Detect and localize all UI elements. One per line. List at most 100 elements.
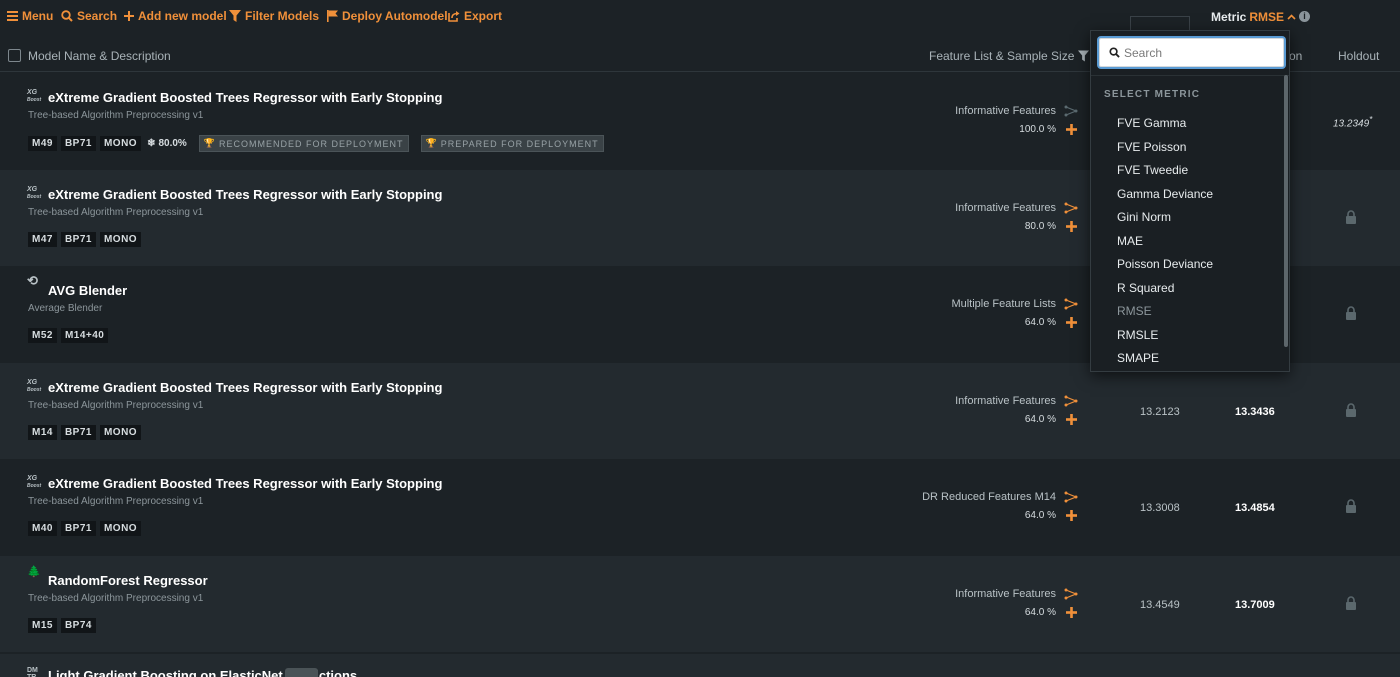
scroll-to-top-button[interactable] <box>285 668 318 677</box>
chevron-up-icon <box>1287 14 1296 20</box>
feature-list-icon[interactable] <box>1064 298 1078 310</box>
metric-option[interactable]: Poisson Deviance <box>1091 253 1283 277</box>
metric-option[interactable]: FVE Gamma <box>1091 112 1283 136</box>
metric-options: FVE Gamma FVE Poisson FVE Tweedie Gamma … <box>1091 112 1283 371</box>
model-id-badge: M47 <box>28 232 57 247</box>
info-icon[interactable]: i <box>1299 11 1310 22</box>
model-type-icon: DMTR <box>27 667 38 677</box>
metric-option[interactable]: RMSLE <box>1091 324 1283 348</box>
mono-badge: MONO <box>99 425 142 440</box>
model-id-badge: M15 <box>28 618 57 633</box>
lock-icon[interactable] <box>1345 210 1357 224</box>
random-forest-icon: 🌲 <box>27 566 41 578</box>
recommended-tag: 🏆 RECOMMENDED FOR DEPLOYMENT <box>198 135 409 152</box>
trophy-icon: 🏆 <box>425 138 438 148</box>
sample-size: 64.0 % <box>1024 414 1056 425</box>
dropdown-scrollbar[interactable] <box>1284 75 1288 347</box>
model-title[interactable]: eXtreme Gradient Boosted Trees Regressor… <box>48 476 442 491</box>
model-title[interactable]: eXtreme Gradient Boosted Trees Regressor… <box>48 187 442 202</box>
metric-dropdown: SELECT METRIC FVE Gamma FVE Poisson FVE … <box>1090 30 1290 372</box>
model-row[interactable]: XG Boost eXtreme Gradient Boosted Trees R… <box>0 363 1400 459</box>
feature-list-name: Multiple Feature Lists <box>951 298 1056 310</box>
metric-selector[interactable]: Metric RMSE <box>1211 10 1296 24</box>
model-id-badge: M14 <box>28 425 57 440</box>
add-sample-icon[interactable] <box>1066 317 1077 328</box>
feature-list-icon[interactable] <box>1064 491 1078 503</box>
model-badges: M52 M14+40 <box>28 328 109 343</box>
model-title[interactable]: RandomForest Regressor <box>48 573 208 588</box>
model-title[interactable]: AVG Blender <box>48 283 127 298</box>
model-id-badge: M40 <box>28 521 57 536</box>
metric-search-box[interactable] <box>1099 38 1284 67</box>
lock-icon[interactable] <box>1345 499 1357 513</box>
blender-icon: ⟲ <box>27 273 38 288</box>
filter-models-button[interactable]: Filter Models <box>229 9 319 23</box>
validation-score: 13.3008 <box>1140 502 1180 514</box>
sample-pct: ❄ 80.0% <box>147 138 187 149</box>
search-button[interactable]: Search <box>61 9 117 23</box>
blueprint-badge[interactable]: BP71 <box>60 136 96 151</box>
xgboost-icon: XG Boost <box>27 475 42 489</box>
header-model-name[interactable]: Model Name & Description <box>28 49 171 63</box>
metric-value: RMSE <box>1249 10 1285 24</box>
add-sample-icon[interactable] <box>1066 124 1077 135</box>
metric-option[interactable]: Gamma Deviance <box>1091 183 1283 207</box>
metric-option[interactable]: R Squared <box>1091 277 1283 301</box>
prepared-tag-label: PREPARED FOR DEPLOYMENT <box>440 138 599 149</box>
lock-icon[interactable] <box>1345 403 1357 417</box>
xgboost-icon: XG Boost <box>27 89 42 103</box>
metric-option[interactable]: FVE Poisson <box>1091 136 1283 160</box>
sample-size: 64.0 % <box>1024 317 1056 328</box>
metric-option[interactable]: Gini Norm <box>1091 206 1283 230</box>
feature-list-icon[interactable] <box>1064 202 1078 214</box>
cross-validation-score: 13.3436 <box>1235 406 1275 418</box>
add-sample-icon[interactable] <box>1066 510 1077 521</box>
export-button[interactable]: Export <box>448 9 502 23</box>
hamburger-icon <box>7 11 18 21</box>
flag-icon <box>327 10 338 22</box>
toolbar: Menu Search Add new model Filter Models … <box>0 0 1400 38</box>
model-badges: M40 BP71 MONO <box>28 521 142 536</box>
filter-icon[interactable] <box>1078 50 1090 62</box>
blueprint-badge[interactable]: BP71 <box>60 232 96 247</box>
feature-list-icon[interactable] <box>1064 105 1078 117</box>
header-feature-list[interactable]: Feature List & Sample Size <box>929 49 1090 63</box>
search-label: Search <box>77 9 118 23</box>
add-sample-icon[interactable] <box>1066 414 1077 425</box>
lock-icon[interactable] <box>1345 596 1357 610</box>
model-subtitle: Tree-based Algorithm Preprocessing v1 <box>28 207 204 218</box>
export-icon <box>448 11 460 22</box>
sample-size: 64.0 % <box>1024 607 1056 618</box>
model-row[interactable]: XG Boost eXtreme Gradient Boosted Trees R… <box>0 459 1400 555</box>
metric-option[interactable]: MAE <box>1091 230 1283 254</box>
mono-badge: MONO <box>99 521 142 536</box>
model-row[interactable]: 🌲 RandomForest Regressor Tree-based Algo… <box>0 556 1400 652</box>
feature-list-icon[interactable] <box>1064 395 1078 407</box>
blueprint-badge[interactable]: BP74 <box>60 618 96 633</box>
filter-label: Filter Models <box>245 9 320 23</box>
sample-pct-value: 80.0% <box>158 138 187 149</box>
add-model-label: Add new model <box>138 9 227 23</box>
feature-list-icon[interactable] <box>1064 588 1078 600</box>
metric-option[interactable]: SMAPE <box>1091 347 1283 371</box>
metric-option-selected[interactable]: RMSE <box>1091 300 1283 324</box>
blueprint-badge[interactable]: BP71 <box>60 425 96 440</box>
blender-models-badge[interactable]: M14+40 <box>60 328 109 343</box>
model-row[interactable]: DMTR Light Gradient Boosting on ElasticN… <box>0 654 1400 677</box>
deploy-automodel-button[interactable]: Deploy Automodel <box>327 9 448 23</box>
header-holdout[interactable]: Holdout <box>1338 49 1379 63</box>
add-sample-icon[interactable] <box>1066 221 1077 232</box>
metric-option[interactable]: FVE Tweedie <box>1091 159 1283 183</box>
model-title[interactable]: eXtreme Gradient Boosted Trees Regressor… <box>48 380 442 395</box>
lock-icon[interactable] <box>1345 306 1357 320</box>
model-subtitle: Tree-based Algorithm Preprocessing v1 <box>28 400 204 411</box>
sample-size: 80.0 % <box>1024 221 1056 232</box>
header-validation[interactable]: on <box>1289 49 1302 63</box>
select-all-checkbox[interactable] <box>8 49 21 62</box>
menu-button[interactable]: Menu <box>7 9 53 23</box>
add-model-button[interactable]: Add new model <box>124 9 227 23</box>
model-title[interactable]: eXtreme Gradient Boosted Trees Regressor… <box>48 90 442 105</box>
metric-search-input[interactable] <box>1124 45 1274 60</box>
add-sample-icon[interactable] <box>1066 607 1077 618</box>
blueprint-badge[interactable]: BP71 <box>60 521 96 536</box>
